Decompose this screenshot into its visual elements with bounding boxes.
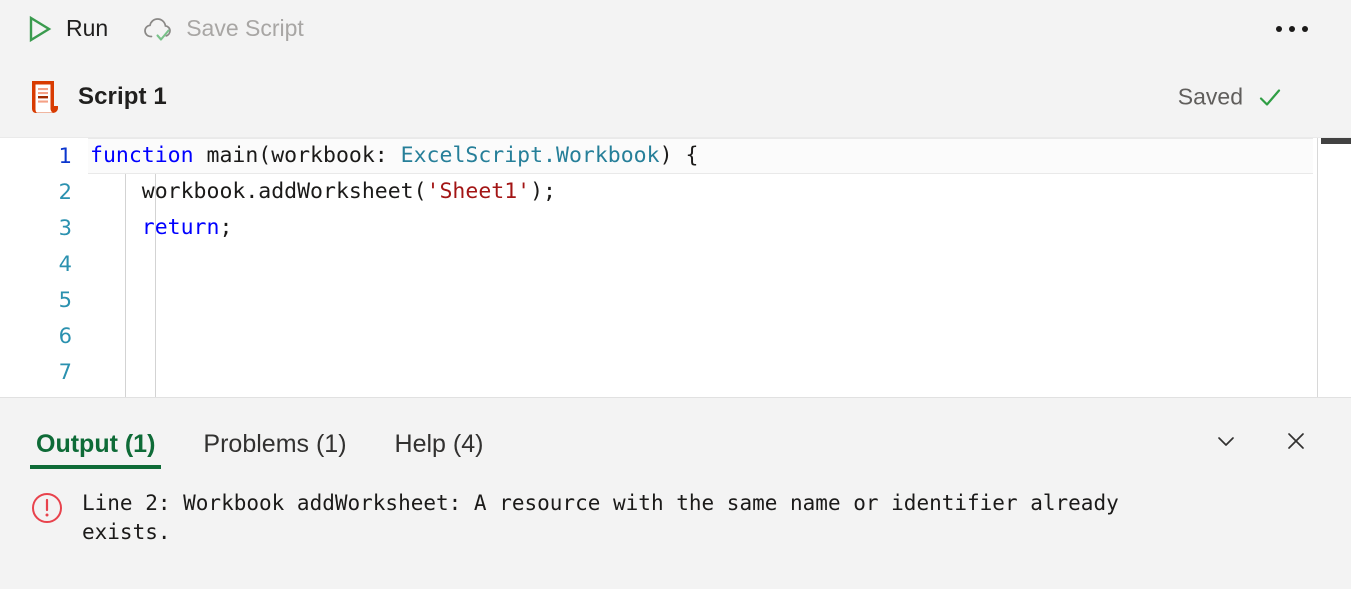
close-panel-button[interactable] (1281, 426, 1311, 456)
line-number: 6 (0, 324, 88, 348)
chevron-down-icon (1213, 428, 1239, 454)
toolbar: Run Save Script (0, 0, 1351, 57)
minimap-divider (1317, 138, 1318, 397)
script-title: Script 1 (78, 83, 167, 111)
tab-problems[interactable]: Problems (1) (197, 430, 352, 471)
line-number: 3 (0, 216, 88, 240)
code-line-2[interactable]: 2 workbook.addWorksheet('Sheet1'); (0, 174, 1313, 210)
code-line-content[interactable] (88, 318, 1313, 354)
code-line-content[interactable] (88, 282, 1313, 318)
script-header: Script 1 Saved (0, 57, 1351, 137)
tab-help[interactable]: Help (4) (389, 430, 490, 471)
code-token: workbook.addWorksheet( (90, 179, 427, 204)
close-icon (1283, 428, 1309, 454)
code-token: ; (219, 215, 232, 240)
code-line-content[interactable] (88, 354, 1313, 390)
code-token: return (142, 215, 220, 240)
panel-actions (1211, 426, 1311, 456)
run-button[interactable]: Run (14, 10, 118, 48)
line-number: 7 (0, 360, 88, 384)
ellipsis-icon (1289, 26, 1295, 32)
code-line-1[interactable]: 1 function main(workbook: ExcelScript.Wo… (0, 138, 1313, 174)
line-number: 1 (0, 144, 88, 168)
save-script-button-label: Save Script (186, 17, 304, 40)
code-line-3[interactable]: 3 return; (0, 210, 1313, 246)
output-panel: Output (1) Problems (1) Help (4) (0, 397, 1351, 589)
script-document-icon (28, 78, 62, 116)
play-triangle-icon (24, 14, 54, 44)
code-line-6[interactable]: 6 (0, 318, 1313, 354)
code-token: ExcelScript.Workbook (401, 143, 660, 168)
excel-script-editor: Run Save Script (0, 0, 1351, 589)
code-lines[interactable]: 1 function main(workbook: ExcelScript.Wo… (0, 138, 1313, 397)
editor-minimap[interactable] (1313, 138, 1351, 397)
code-line-content[interactable] (88, 246, 1313, 282)
save-status: Saved (1178, 84, 1283, 111)
line-number: 4 (0, 252, 88, 276)
checkmark-icon (1257, 84, 1283, 110)
code-token: ); (530, 179, 556, 204)
ellipsis-icon (1276, 26, 1282, 32)
code-token: 'Sheet1' (427, 179, 531, 204)
cloud-check-icon (142, 15, 174, 43)
code-line-5[interactable]: 5 (0, 282, 1313, 318)
code-line-4[interactable]: 4 (0, 246, 1313, 282)
more-options-button[interactable] (1269, 16, 1315, 42)
code-line-content[interactable]: function main(workbook: ExcelScript.Work… (88, 138, 1313, 174)
save-script-button[interactable]: Save Script (132, 11, 314, 47)
code-token: ) { (660, 143, 699, 168)
save-status-label: Saved (1178, 84, 1243, 111)
output-message-row: Line 2: Workbook addWorksheet: A resourc… (0, 471, 1351, 547)
code-editor[interactable]: 1 function main(workbook: ExcelScript.Wo… (0, 137, 1351, 397)
line-number: 5 (0, 288, 88, 312)
ellipsis-icon (1302, 26, 1308, 32)
error-circle-icon (30, 489, 64, 525)
code-token: function (90, 143, 207, 168)
tab-output[interactable]: Output (1) (30, 430, 161, 471)
editor-scrollbar-thumb[interactable] (1321, 138, 1351, 144)
code-line-content[interactable]: return; (88, 210, 1313, 246)
panel-tabs: Output (1) Problems (1) Help (4) (0, 398, 1351, 471)
code-line-content[interactable]: workbook.addWorksheet('Sheet1'); (88, 174, 1313, 210)
code-line-7[interactable]: 7 (0, 354, 1313, 390)
code-token (90, 215, 142, 240)
collapse-panel-button[interactable] (1211, 426, 1241, 456)
code-token: main(workbook: (207, 143, 401, 168)
run-button-label: Run (66, 17, 108, 40)
output-error-message: Line 2: Workbook addWorksheet: A resourc… (82, 489, 1192, 547)
line-number: 2 (0, 180, 88, 204)
